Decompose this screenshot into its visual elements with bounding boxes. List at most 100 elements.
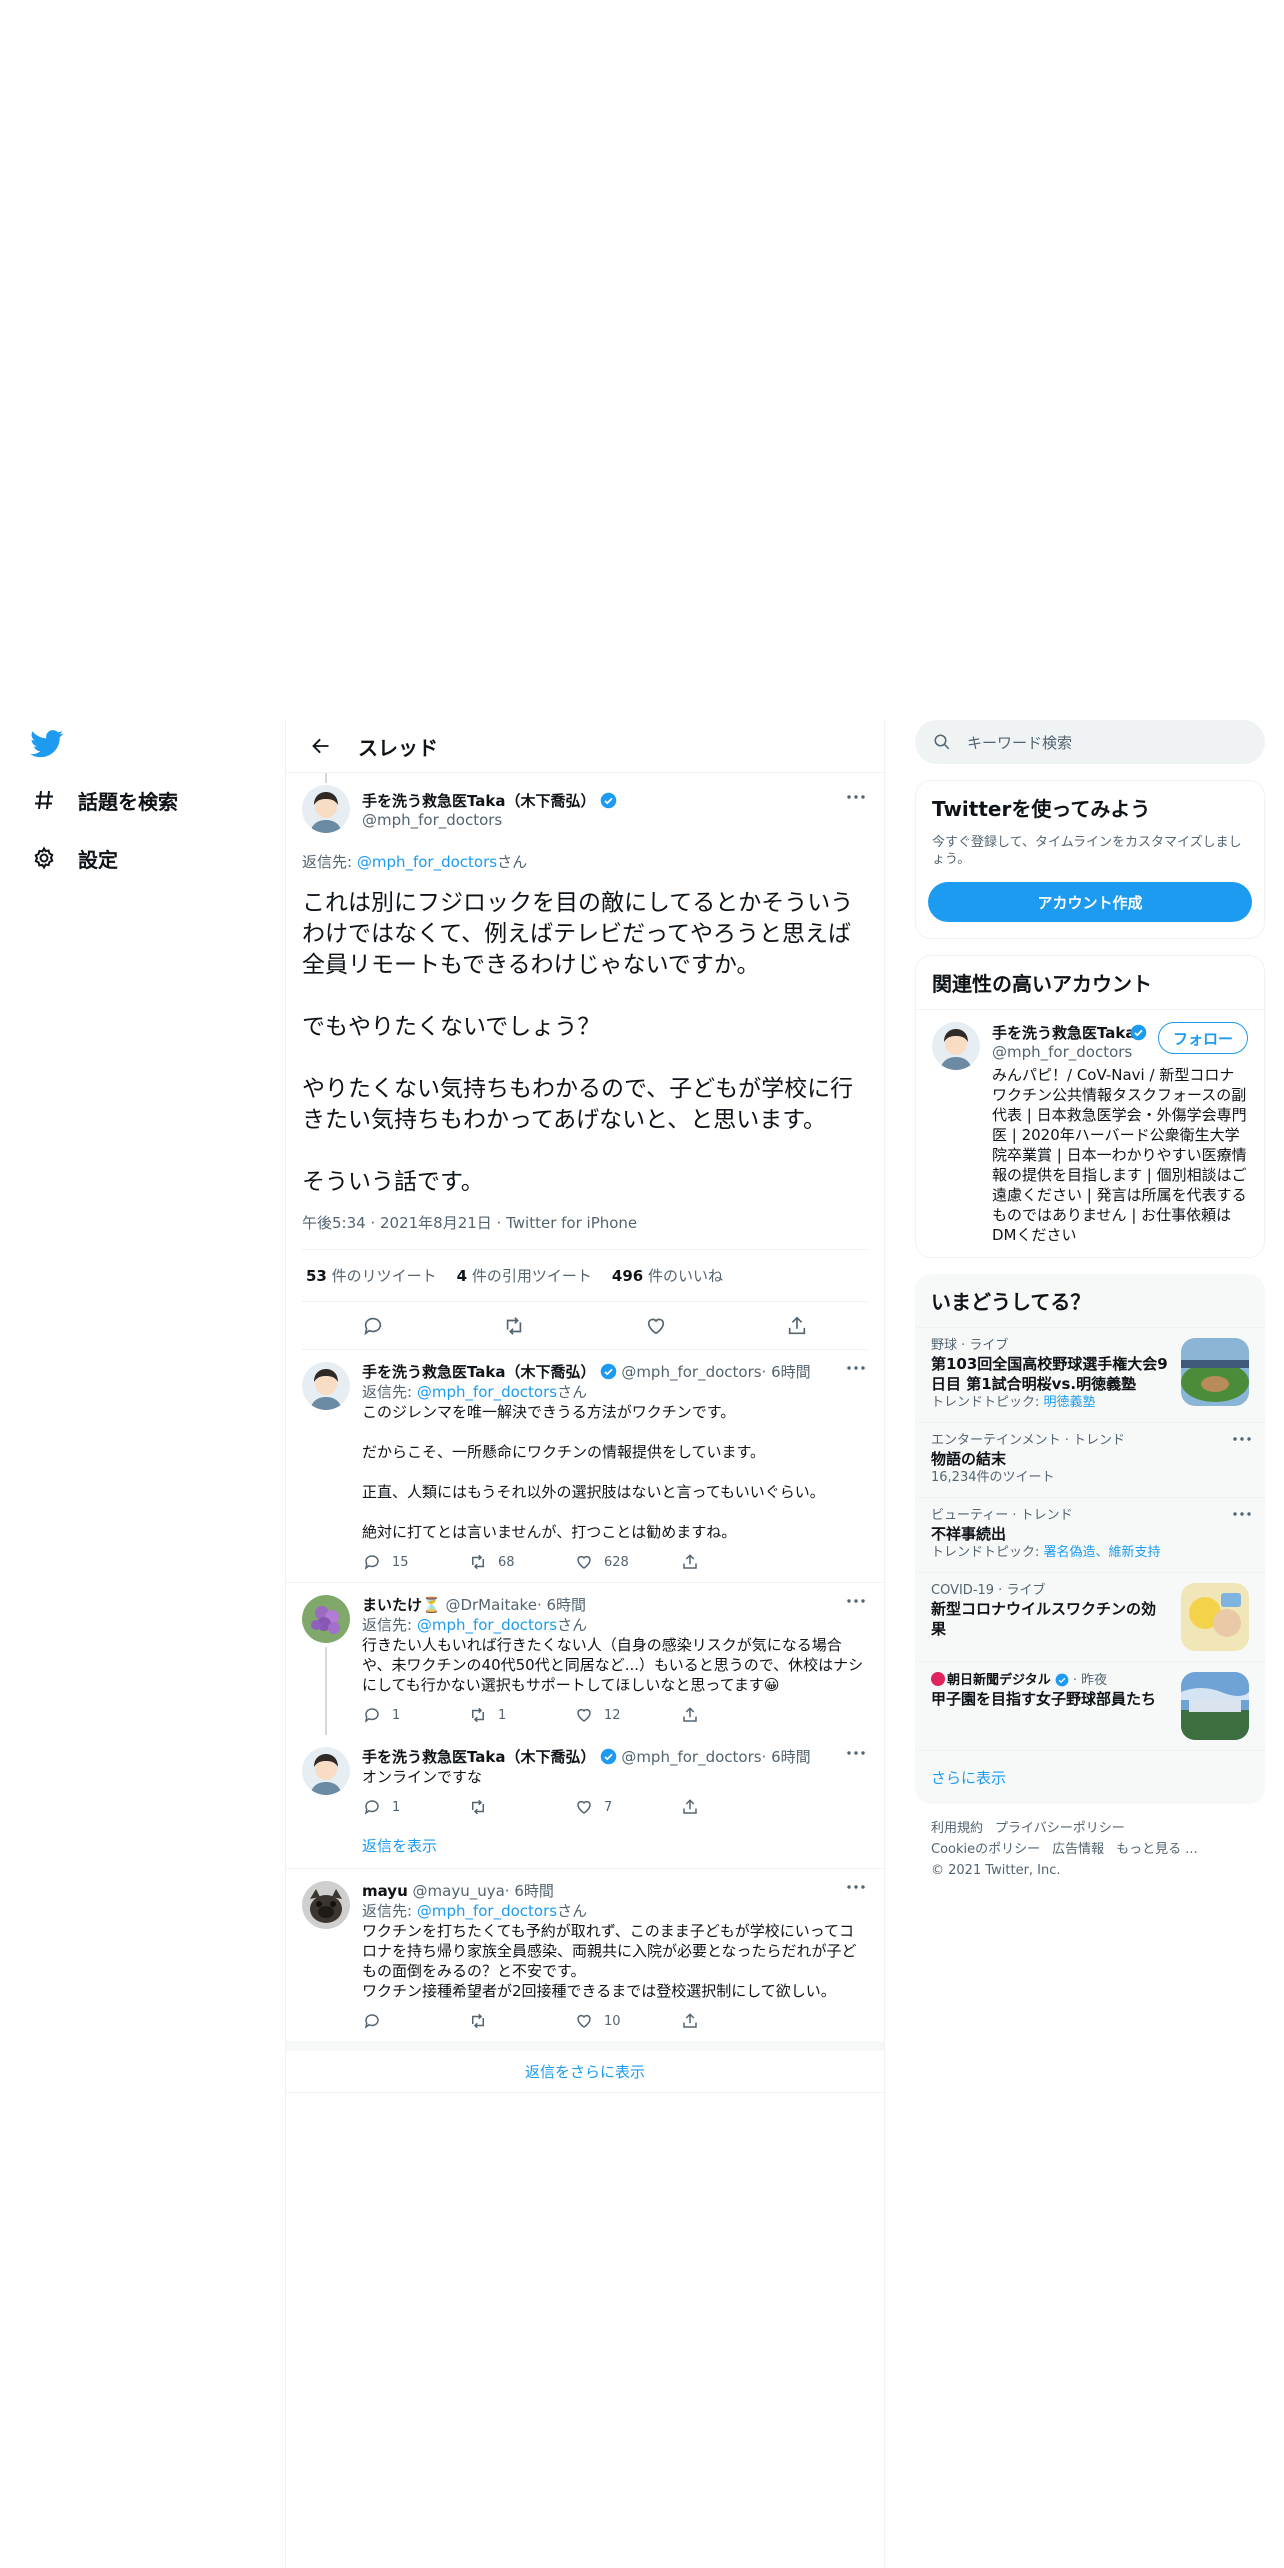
author-handle[interactable]: @mph_for_doctors: [621, 1363, 761, 1381]
trend-title: 第103回全国高校野球選手権大会9日目 第1試合明桜vs.明徳義塾: [931, 1355, 1168, 1393]
like-action[interactable]: 10: [566, 2011, 672, 2031]
like-count[interactable]: 496 件のいいね: [612, 1265, 723, 1286]
related-account[interactable]: 手を洗う救急医Taka（木下喬弘） @mph_for_doctors みんパピ！…: [916, 1009, 1264, 1257]
like-action[interactable]: 628: [566, 1552, 672, 1572]
show-more-replies-button[interactable]: 返信をさらに表示: [286, 2041, 884, 2093]
trend-item[interactable]: 朝日新聞デジタル · 昨夜 甲子園を目指す女子野球部員たち: [915, 1661, 1265, 1750]
trend-thumbnail: [1181, 1583, 1249, 1651]
tweet-timestamp[interactable]: 午後5:34 · 2021年8月21日 · Twitter for iPhone: [302, 1212, 868, 1250]
footer: 利用規約 プライバシーポリシー Cookieのポリシー 広告情報 もっと見る ... …: [915, 1804, 1265, 1895]
share-icon[interactable]: [785, 1314, 809, 1338]
author-name[interactable]: mayu: [362, 1882, 408, 1900]
more-options-icon[interactable]: [1233, 1437, 1251, 1441]
author-handle[interactable]: @DrMaitake: [445, 1596, 536, 1614]
footer-link-more[interactable]: もっと見る ...: [1116, 1842, 1198, 1857]
follow-button[interactable]: フォロー: [1157, 1022, 1248, 1054]
tweet-time[interactable]: · 6時間: [537, 1596, 586, 1614]
nav-explore-label: 話題を検索: [78, 789, 178, 814]
quote-count[interactable]: 4 件の引用ツイート: [457, 1265, 592, 1286]
show-replies-link[interactable]: 返信を表示: [286, 1827, 884, 1869]
more-options-icon[interactable]: [844, 789, 868, 805]
reply-to-link[interactable]: @mph_for_doctors: [417, 1616, 557, 1634]
avatar[interactable]: [302, 785, 350, 833]
reply-context: 返信先: @mph_for_doctorsさん: [302, 853, 528, 871]
gear-icon: [30, 844, 58, 872]
tweet-time[interactable]: · 6時間: [762, 1748, 811, 1766]
reply-action[interactable]: [354, 2011, 460, 2031]
reply-action[interactable]: 15: [354, 1552, 460, 1572]
trend-topic-link[interactable]: 署名偽造、維新支持: [1044, 1545, 1161, 1560]
avatar[interactable]: [932, 1022, 980, 1070]
retweet-action[interactable]: [460, 2011, 566, 2031]
trend-item[interactable]: エンターテインメント · トレンド 物語の結末 16,234件のツイート: [915, 1422, 1265, 1497]
avatar[interactable]: [302, 1595, 350, 1643]
reply-tweet[interactable]: 手を洗う救急医Taka（木下喬弘） @mph_for_doctors· 6時間 …: [286, 1735, 884, 1827]
author-handle[interactable]: @mayu_uya: [413, 1882, 505, 1900]
footer-link-terms[interactable]: 利用規約: [931, 1821, 983, 1836]
create-account-button[interactable]: アカウント作成: [928, 882, 1252, 922]
trend-title: 甲子園を目指す女子野球部員たち: [931, 1690, 1157, 1708]
twitter-logo-icon[interactable]: [30, 730, 64, 760]
tweet-body: これは別にフジロックを目の敵にしてるとかそういうわけではなくて、例えばテレビだっ…: [302, 890, 854, 1195]
reply-to-link[interactable]: @mph_for_doctors: [417, 1902, 557, 1920]
nav-settings[interactable]: 設定: [30, 838, 118, 878]
tweet-time[interactable]: · 6時間: [762, 1363, 811, 1381]
reply-icon[interactable]: [361, 1314, 385, 1338]
avatar[interactable]: [302, 1881, 350, 1929]
retweet-action[interactable]: 68: [460, 1552, 566, 1572]
share-action[interactable]: [672, 2011, 778, 2031]
share-action[interactable]: [672, 1705, 778, 1725]
reply-tweet[interactable]: 手を洗う救急医Taka（木下喬弘） @mph_for_doctors· 6時間 …: [286, 1350, 884, 1583]
trend-topic-link[interactable]: 明徳義塾: [1044, 1395, 1096, 1410]
footer-link-cookies[interactable]: Cookieのポリシー: [931, 1842, 1040, 1857]
author-name[interactable]: 手を洗う救急医Taka（木下喬弘）: [362, 1363, 596, 1381]
nav-explore[interactable]: 話題を検索: [30, 780, 178, 820]
author-handle[interactable]: @mph_for_doctors: [362, 811, 617, 829]
back-arrow-icon[interactable]: [304, 729, 338, 763]
more-options-icon[interactable]: [1233, 1512, 1251, 1516]
search-box[interactable]: キーワード検索: [915, 720, 1265, 764]
reply-action[interactable]: 1: [354, 1797, 460, 1817]
retweet-action[interactable]: 1: [460, 1705, 566, 1725]
trends-show-more-link[interactable]: さらに表示: [915, 1750, 1265, 1804]
tweet-time[interactable]: · 6時間: [505, 1882, 554, 1900]
reply-tweet[interactable]: まいたけ⏳ @DrMaitake· 6時間 返信先: @mph_for_doct…: [286, 1583, 884, 1735]
trend-item[interactable]: COVID-19 · ライブ 新型コロナウイルスワクチンの効果: [915, 1572, 1265, 1661]
share-action[interactable]: [672, 1552, 778, 1572]
reply-action[interactable]: 1: [354, 1705, 460, 1725]
author-handle[interactable]: @mph_for_doctors: [621, 1748, 761, 1766]
more-options-icon[interactable]: [844, 1593, 868, 1609]
author-name[interactable]: 手を洗う救急医Taka（木下喬弘）: [362, 1748, 596, 1766]
like-icon[interactable]: [644, 1314, 668, 1338]
trends-card: いまどうしてる？ 野球 · ライブ 第103回全国高校野球選手権大会9日目 第1…: [915, 1274, 1265, 1804]
author-name[interactable]: 手を洗う救急医Taka（木下喬弘）: [992, 1022, 1142, 1043]
verified-badge-icon: [1055, 1673, 1069, 1687]
retweet-count[interactable]: 53 件のリツイート: [306, 1265, 437, 1286]
like-action[interactable]: 7: [566, 1797, 672, 1817]
share-icon: [680, 1705, 700, 1725]
trend-item[interactable]: ビューティー · トレンド 不祥事続出 トレンドトピック: 署名偽造、維新支持: [915, 1497, 1265, 1572]
avatar[interactable]: [302, 1362, 350, 1410]
author-name[interactable]: 手を洗う救急医Taka（木下喬弘）: [362, 790, 617, 811]
retweet-icon: [468, 1552, 488, 1572]
author-name[interactable]: まいたけ⏳: [362, 1596, 441, 1614]
more-options-icon[interactable]: [844, 1360, 868, 1376]
reply-to-link[interactable]: @mph_for_doctors: [417, 1383, 557, 1401]
avatar[interactable]: [302, 1747, 350, 1795]
more-options-icon[interactable]: [844, 1745, 868, 1761]
reply-to-link[interactable]: @mph_for_doctors: [357, 853, 497, 871]
share-action[interactable]: [672, 1797, 778, 1817]
search-input[interactable]: キーワード検索: [967, 732, 1072, 753]
footer-link-ads[interactable]: 広告情報: [1052, 1842, 1104, 1857]
footer-link-privacy[interactable]: プライバシーポリシー: [995, 1821, 1125, 1836]
like-icon: [574, 1797, 594, 1817]
like-action[interactable]: 12: [566, 1705, 672, 1725]
trend-subtitle: トレンドトピック: 署名偽造、維新支持: [931, 1545, 1161, 1560]
retweet-action[interactable]: [460, 1797, 566, 1817]
thread-line: [325, 773, 327, 783]
retweet-icon[interactable]: [502, 1314, 526, 1338]
more-options-icon[interactable]: [844, 1879, 868, 1895]
trend-item[interactable]: 野球 · ライブ 第103回全国高校野球選手権大会9日目 第1試合明桜vs.明徳…: [915, 1327, 1265, 1422]
signup-title: Twitterを使ってみよう: [932, 797, 1151, 821]
reply-tweet[interactable]: mayu @mayu_uya· 6時間 返信先: @mph_for_doctor…: [286, 1869, 884, 2041]
